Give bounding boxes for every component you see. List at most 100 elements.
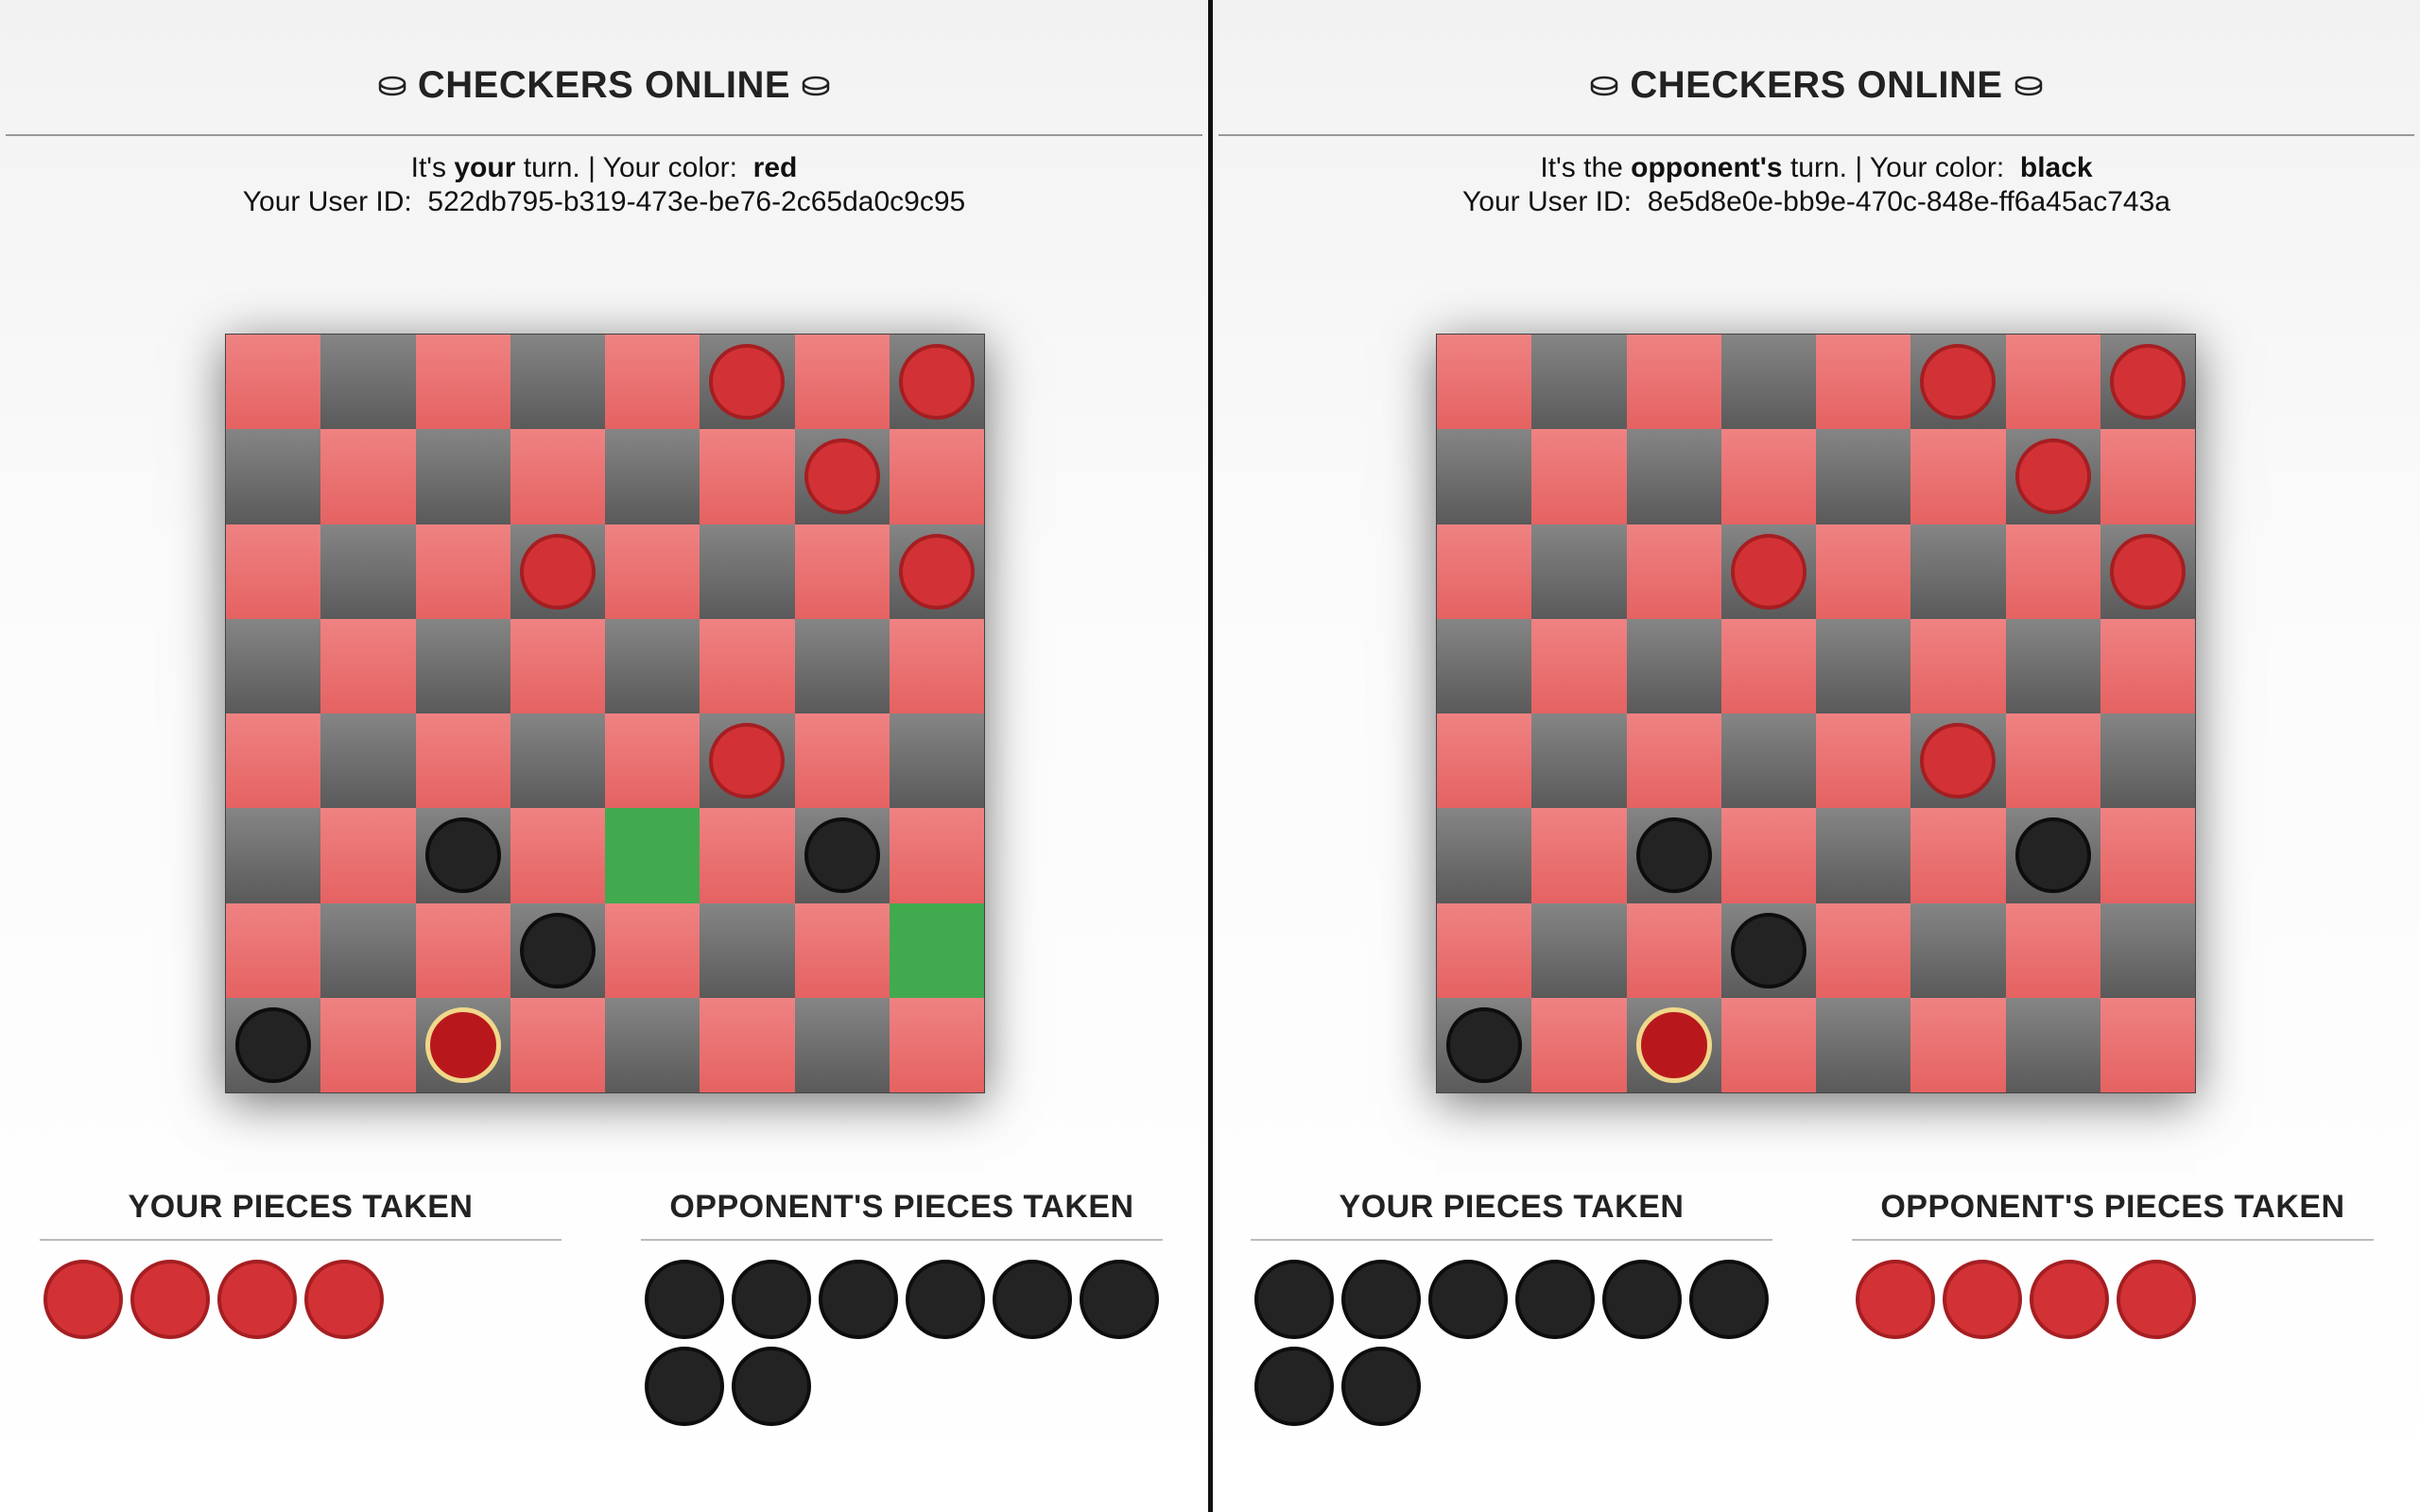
board-square[interactable] (1816, 429, 1911, 524)
board-square[interactable] (1910, 808, 2006, 903)
board-square[interactable] (1531, 335, 1627, 430)
board-square[interactable] (605, 524, 700, 619)
board-square[interactable] (320, 902, 416, 998)
board-square-valid-move[interactable] (889, 902, 984, 998)
board-square[interactable] (2100, 713, 2195, 809)
board-square[interactable] (510, 713, 605, 809)
board-square[interactable] (510, 997, 605, 1092)
board-square[interactable] (1626, 618, 1721, 713)
black-checker-piece[interactable] (424, 817, 501, 894)
board-square[interactable] (510, 429, 605, 524)
board-square[interactable] (794, 808, 890, 903)
board-square[interactable] (1437, 618, 1532, 713)
red-checker-piece[interactable] (898, 344, 975, 421)
board-square[interactable] (1910, 713, 2006, 809)
board-square[interactable] (605, 618, 700, 713)
board-square[interactable] (2005, 618, 2100, 713)
board-square[interactable] (1626, 429, 1721, 524)
board-square[interactable] (1437, 429, 1532, 524)
board-square[interactable] (226, 808, 321, 903)
board-square[interactable] (415, 524, 510, 619)
board-square[interactable] (700, 429, 795, 524)
selected-red-checker-piece[interactable] (424, 1006, 501, 1083)
board-square[interactable] (1816, 524, 1911, 619)
red-checker-piece[interactable] (709, 344, 786, 421)
board-square[interactable] (605, 902, 700, 998)
board-square[interactable] (1720, 997, 1816, 1092)
board-square[interactable] (1910, 524, 2006, 619)
board-square[interactable] (1720, 335, 1816, 430)
black-checker-piece[interactable] (804, 817, 880, 894)
board-square[interactable] (700, 713, 795, 809)
board-square[interactable] (1626, 524, 1721, 619)
checkerboard[interactable] (1437, 335, 2195, 1092)
board-square[interactable] (794, 997, 890, 1092)
board-square[interactable] (1531, 713, 1627, 809)
board-square[interactable] (1626, 713, 1721, 809)
board-square[interactable] (1626, 335, 1721, 430)
red-checker-piece[interactable] (2014, 438, 2091, 515)
board-square[interactable] (889, 713, 984, 809)
board-square[interactable] (1437, 902, 1532, 998)
checkerboard[interactable] (226, 335, 984, 1092)
board-square[interactable] (1910, 335, 2006, 430)
board-square[interactable] (226, 618, 321, 713)
board-square[interactable] (2100, 524, 2195, 619)
red-checker-piece[interactable] (1920, 344, 1996, 421)
board-square[interactable] (2005, 524, 2100, 619)
board-square[interactable] (510, 335, 605, 430)
red-checker-piece[interactable] (1920, 723, 1996, 799)
board-square[interactable] (700, 808, 795, 903)
board-square[interactable] (794, 429, 890, 524)
board-square[interactable] (889, 429, 984, 524)
board-square[interactable] (700, 524, 795, 619)
selected-red-checker-piece[interactable] (1635, 1006, 1712, 1083)
board-square[interactable] (700, 335, 795, 430)
board-square[interactable] (415, 429, 510, 524)
board-square[interactable] (794, 713, 890, 809)
board-square[interactable] (1720, 808, 1816, 903)
red-checker-piece[interactable] (2109, 344, 2186, 421)
board-square[interactable] (794, 524, 890, 619)
board-square-valid-move[interactable] (605, 808, 700, 903)
board-square[interactable] (1910, 618, 2006, 713)
board-square[interactable] (1816, 335, 1911, 430)
board-square[interactable] (2100, 997, 2195, 1092)
board-square[interactable] (794, 335, 890, 430)
board-square[interactable] (510, 524, 605, 619)
board-square[interactable] (226, 335, 321, 430)
board-square[interactable] (605, 429, 700, 524)
board-square[interactable] (415, 902, 510, 998)
red-checker-piece[interactable] (804, 438, 880, 515)
board-square[interactable] (1437, 524, 1532, 619)
black-checker-piece[interactable] (519, 912, 596, 988)
board-square[interactable] (226, 997, 321, 1092)
board-square[interactable] (1720, 713, 1816, 809)
board-square[interactable] (1720, 902, 1816, 998)
black-checker-piece[interactable] (1446, 1006, 1523, 1083)
board-square[interactable] (1816, 618, 1911, 713)
black-checker-piece[interactable] (235, 1006, 312, 1083)
board-square[interactable] (1437, 335, 1532, 430)
board-square[interactable] (1910, 902, 2006, 998)
board-square[interactable] (794, 618, 890, 713)
board-square[interactable] (1720, 618, 1816, 713)
board-square[interactable] (415, 808, 510, 903)
board-square[interactable] (1720, 524, 1816, 619)
red-checker-piece[interactable] (709, 723, 786, 799)
board-square[interactable] (1816, 902, 1911, 998)
board-square[interactable] (1626, 808, 1721, 903)
board-square[interactable] (320, 618, 416, 713)
board-square[interactable] (1531, 429, 1627, 524)
board-square[interactable] (415, 997, 510, 1092)
board-square[interactable] (226, 713, 321, 809)
board-square[interactable] (889, 335, 984, 430)
board-square[interactable] (2100, 902, 2195, 998)
board-square[interactable] (1910, 429, 2006, 524)
board-square[interactable] (889, 524, 984, 619)
red-checker-piece[interactable] (1730, 533, 1806, 610)
board-square[interactable] (320, 997, 416, 1092)
board-square[interactable] (1531, 618, 1627, 713)
board-square[interactable] (2005, 429, 2100, 524)
red-checker-piece[interactable] (2109, 533, 2186, 610)
